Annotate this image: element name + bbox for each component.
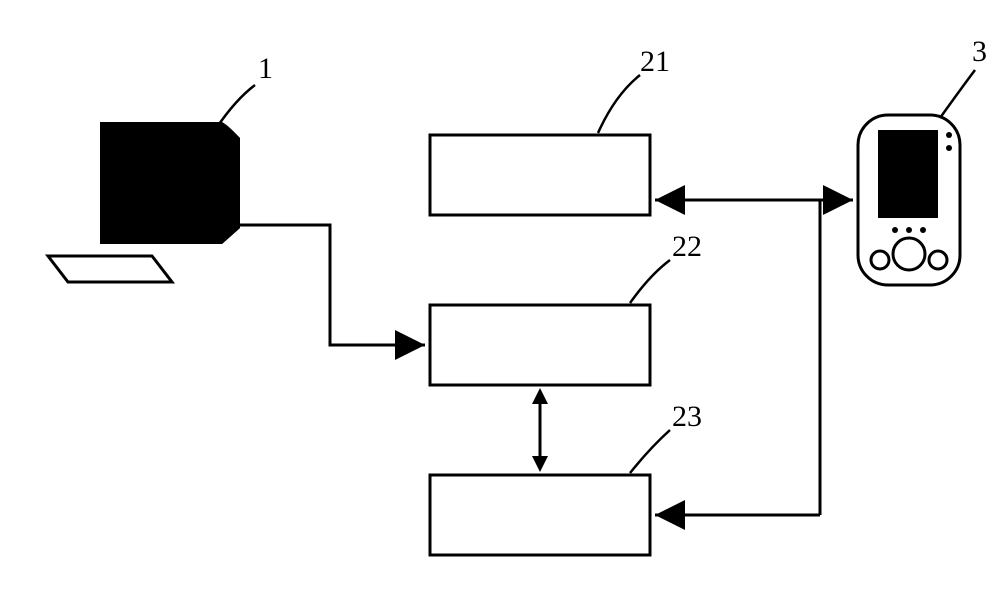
block-22: [430, 305, 650, 385]
mobile-device-icon: [858, 115, 960, 285]
label-box-top: 21: [640, 45, 670, 79]
label-computer: 1: [258, 52, 273, 86]
label-box-bottom: 23: [672, 400, 702, 434]
block-21: [430, 135, 650, 215]
label-box-middle: 22: [672, 230, 702, 264]
computer-icon-clean: [0, 100, 280, 300]
block-23: [430, 475, 650, 555]
block-diagram: [0, 0, 1000, 604]
label-mobile: 3: [972, 35, 987, 69]
